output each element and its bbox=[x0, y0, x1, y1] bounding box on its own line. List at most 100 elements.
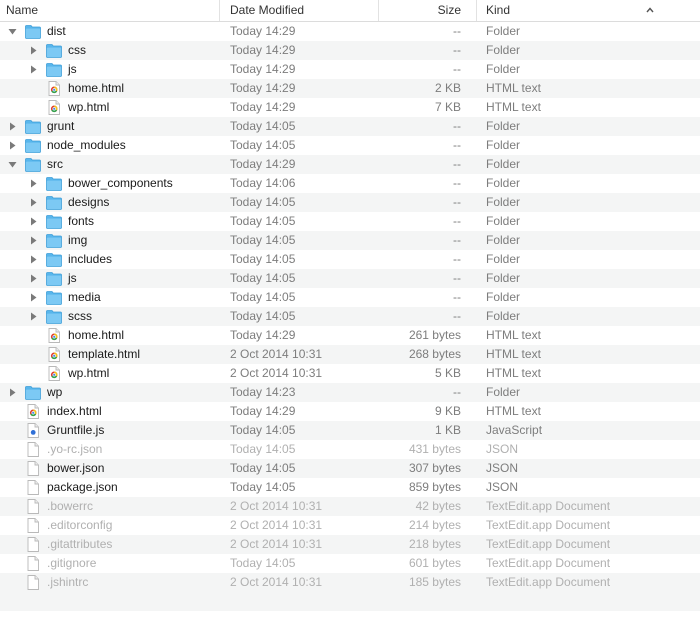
disclosure-triangle-closed-icon[interactable] bbox=[29, 236, 38, 245]
file-size: 1 KB bbox=[434, 423, 461, 437]
file-name: dist bbox=[47, 24, 66, 38]
folder-row[interactable]: dist Today 14:29 -- Folder bbox=[0, 22, 700, 41]
file-name: designs bbox=[68, 195, 110, 209]
folder-icon bbox=[46, 253, 62, 267]
folder-row[interactable]: media Today 14:05 -- Folder bbox=[0, 288, 700, 307]
disclosure-triangle-closed-icon[interactable] bbox=[29, 65, 38, 74]
disclosure-triangle-closed-icon[interactable] bbox=[29, 198, 38, 207]
folder-row[interactable]: grunt Today 14:05 -- Folder bbox=[0, 117, 700, 136]
date-modified: Today 14:29 bbox=[230, 24, 296, 38]
date-modified: 2 Oct 2014 10:31 bbox=[230, 575, 323, 589]
file-row[interactable]: .gitignore Today 14:05 601 bytes TextEdit.a… bbox=[0, 554, 700, 573]
column-header-size[interactable]: Size bbox=[378, 0, 475, 21]
date-modified: Today 14:29 bbox=[230, 157, 296, 171]
folder-row[interactable]: js Today 14:05 -- Folder bbox=[0, 269, 700, 288]
disclosure-triangle-closed-icon[interactable] bbox=[29, 293, 38, 302]
html-file-icon bbox=[48, 328, 60, 343]
empty-row bbox=[0, 592, 700, 611]
date-modified: Today 14:29 bbox=[230, 43, 296, 57]
file-kind: TextEdit.app Document bbox=[486, 499, 611, 513]
date-modified: Today 14:05 bbox=[230, 138, 296, 152]
file-size: -- bbox=[453, 157, 461, 171]
html-file-icon bbox=[48, 81, 60, 96]
file-name: wp bbox=[47, 385, 63, 399]
disclosure-triangle-closed-icon[interactable] bbox=[29, 255, 38, 264]
file-size: 268 bytes bbox=[408, 347, 461, 361]
file-kind: HTML text bbox=[486, 404, 541, 418]
folder-row[interactable]: js Today 14:29 -- Folder bbox=[0, 60, 700, 79]
folder-row[interactable]: css Today 14:29 -- Folder bbox=[0, 41, 700, 60]
column-header-name[interactable]: Name bbox=[6, 0, 218, 21]
file-size: 7 KB bbox=[434, 100, 461, 114]
disclosure-triangle-closed-icon[interactable] bbox=[29, 179, 38, 188]
disclosure-triangle-closed-icon[interactable] bbox=[8, 122, 17, 131]
folder-row[interactable]: img Today 14:05 -- Folder bbox=[0, 231, 700, 250]
date-modified: Today 14:05 bbox=[230, 233, 296, 247]
file-row[interactable]: Gruntfile.js Today 14:05 1 KB JavaScript bbox=[0, 421, 700, 440]
date-modified: 2 Oct 2014 10:31 bbox=[230, 366, 323, 380]
folder-icon bbox=[46, 215, 62, 229]
file-kind: HTML text bbox=[486, 347, 541, 361]
file-row[interactable]: index.html Today 14:29 9 KB HTML text bbox=[0, 402, 700, 421]
file-size: 307 bytes bbox=[408, 461, 461, 475]
document-icon bbox=[27, 518, 39, 533]
file-row[interactable]: .bowerrc 2 Oct 2014 10:31 42 bytes TextEdit… bbox=[0, 497, 700, 516]
chevron-up-icon[interactable] bbox=[645, 5, 655, 15]
file-kind: HTML text bbox=[486, 328, 541, 342]
file-row[interactable]: .editorconfig 2 Oct 2014 10:31 214 bytes Te… bbox=[0, 516, 700, 535]
folder-row[interactable]: wp Today 14:23 -- Folder bbox=[0, 383, 700, 402]
document-icon bbox=[27, 556, 39, 571]
disclosure-triangle-closed-icon[interactable] bbox=[29, 312, 38, 321]
date-modified: Today 14:05 bbox=[230, 195, 296, 209]
folder-row[interactable]: scss Today 14:05 -- Folder bbox=[0, 307, 700, 326]
disclosure-triangle-closed-icon[interactable] bbox=[29, 274, 38, 283]
date-modified: Today 14:29 bbox=[230, 404, 296, 418]
disclosure-triangle-closed-icon[interactable] bbox=[8, 388, 17, 397]
disclosure-triangle-closed-icon[interactable] bbox=[29, 46, 38, 55]
folder-row[interactable]: fonts Today 14:05 -- Folder bbox=[0, 212, 700, 231]
html-file-icon bbox=[48, 366, 60, 381]
file-kind: Folder bbox=[486, 195, 521, 209]
folder-row[interactable]: designs Today 14:05 -- Folder bbox=[0, 193, 700, 212]
file-kind: HTML text bbox=[486, 81, 541, 95]
file-name: node_modules bbox=[47, 138, 126, 152]
file-kind: Folder bbox=[486, 290, 521, 304]
file-size: 601 bytes bbox=[408, 556, 461, 570]
file-row[interactable]: bower.json Today 14:05 307 bytes JSON bbox=[0, 459, 700, 478]
column-header-date-modified[interactable]: Date Modified bbox=[219, 0, 377, 21]
folder-row[interactable]: src Today 14:29 -- Folder bbox=[0, 155, 700, 174]
file-kind: TextEdit.app Document bbox=[486, 575, 611, 589]
date-modified: Today 14:05 bbox=[230, 290, 296, 304]
disclosure-triangle-open-icon[interactable] bbox=[8, 160, 17, 169]
disclosure-triangle-closed-icon[interactable] bbox=[8, 141, 17, 150]
folder-row[interactable]: includes Today 14:05 -- Folder bbox=[0, 250, 700, 269]
date-modified: Today 14:05 bbox=[230, 214, 296, 228]
file-kind: TextEdit.app Document bbox=[486, 537, 611, 551]
date-modified: 2 Oct 2014 10:31 bbox=[230, 537, 323, 551]
file-size: -- bbox=[453, 214, 461, 228]
folder-row[interactable]: bower_components Today 14:06 -- Folder bbox=[0, 174, 700, 193]
document-icon bbox=[27, 461, 39, 476]
date-modified: 2 Oct 2014 10:31 bbox=[230, 347, 323, 361]
file-row[interactable]: wp.html 2 Oct 2014 10:31 5 KB HTML text bbox=[0, 364, 700, 383]
file-row[interactable]: home.html Today 14:29 2 KB HTML text bbox=[0, 79, 700, 98]
file-name: .jshintrc bbox=[47, 575, 89, 589]
file-row[interactable]: .gitattributes 2 Oct 2014 10:31 218 bytes T… bbox=[0, 535, 700, 554]
file-row[interactable]: wp.html Today 14:29 7 KB HTML text bbox=[0, 98, 700, 117]
folder-icon bbox=[25, 120, 41, 134]
file-row[interactable]: .jshintrc 2 Oct 2014 10:31 185 bytes TextEd… bbox=[0, 573, 700, 592]
column-header-kind[interactable]: Kind bbox=[476, 0, 700, 21]
folder-row[interactable]: node_modules Today 14:05 -- Folder bbox=[0, 136, 700, 155]
date-modified: Today 14:05 bbox=[230, 461, 296, 475]
file-kind: JSON bbox=[486, 461, 519, 475]
file-kind: Folder bbox=[486, 138, 521, 152]
file-row[interactable]: home.html Today 14:29 261 bytes HTML text bbox=[0, 326, 700, 345]
file-row[interactable]: package.json Today 14:05 859 bytes JSON bbox=[0, 478, 700, 497]
file-row[interactable]: template.html 2 Oct 2014 10:31 268 bytes HT… bbox=[0, 345, 700, 364]
file-size: -- bbox=[453, 195, 461, 209]
file-row[interactable]: .yo-rc.json Today 14:05 431 bytes JSON bbox=[0, 440, 700, 459]
folder-icon bbox=[25, 158, 41, 172]
disclosure-triangle-open-icon[interactable] bbox=[8, 27, 17, 36]
date-modified: Today 14:29 bbox=[230, 100, 296, 114]
disclosure-triangle-closed-icon[interactable] bbox=[29, 217, 38, 226]
